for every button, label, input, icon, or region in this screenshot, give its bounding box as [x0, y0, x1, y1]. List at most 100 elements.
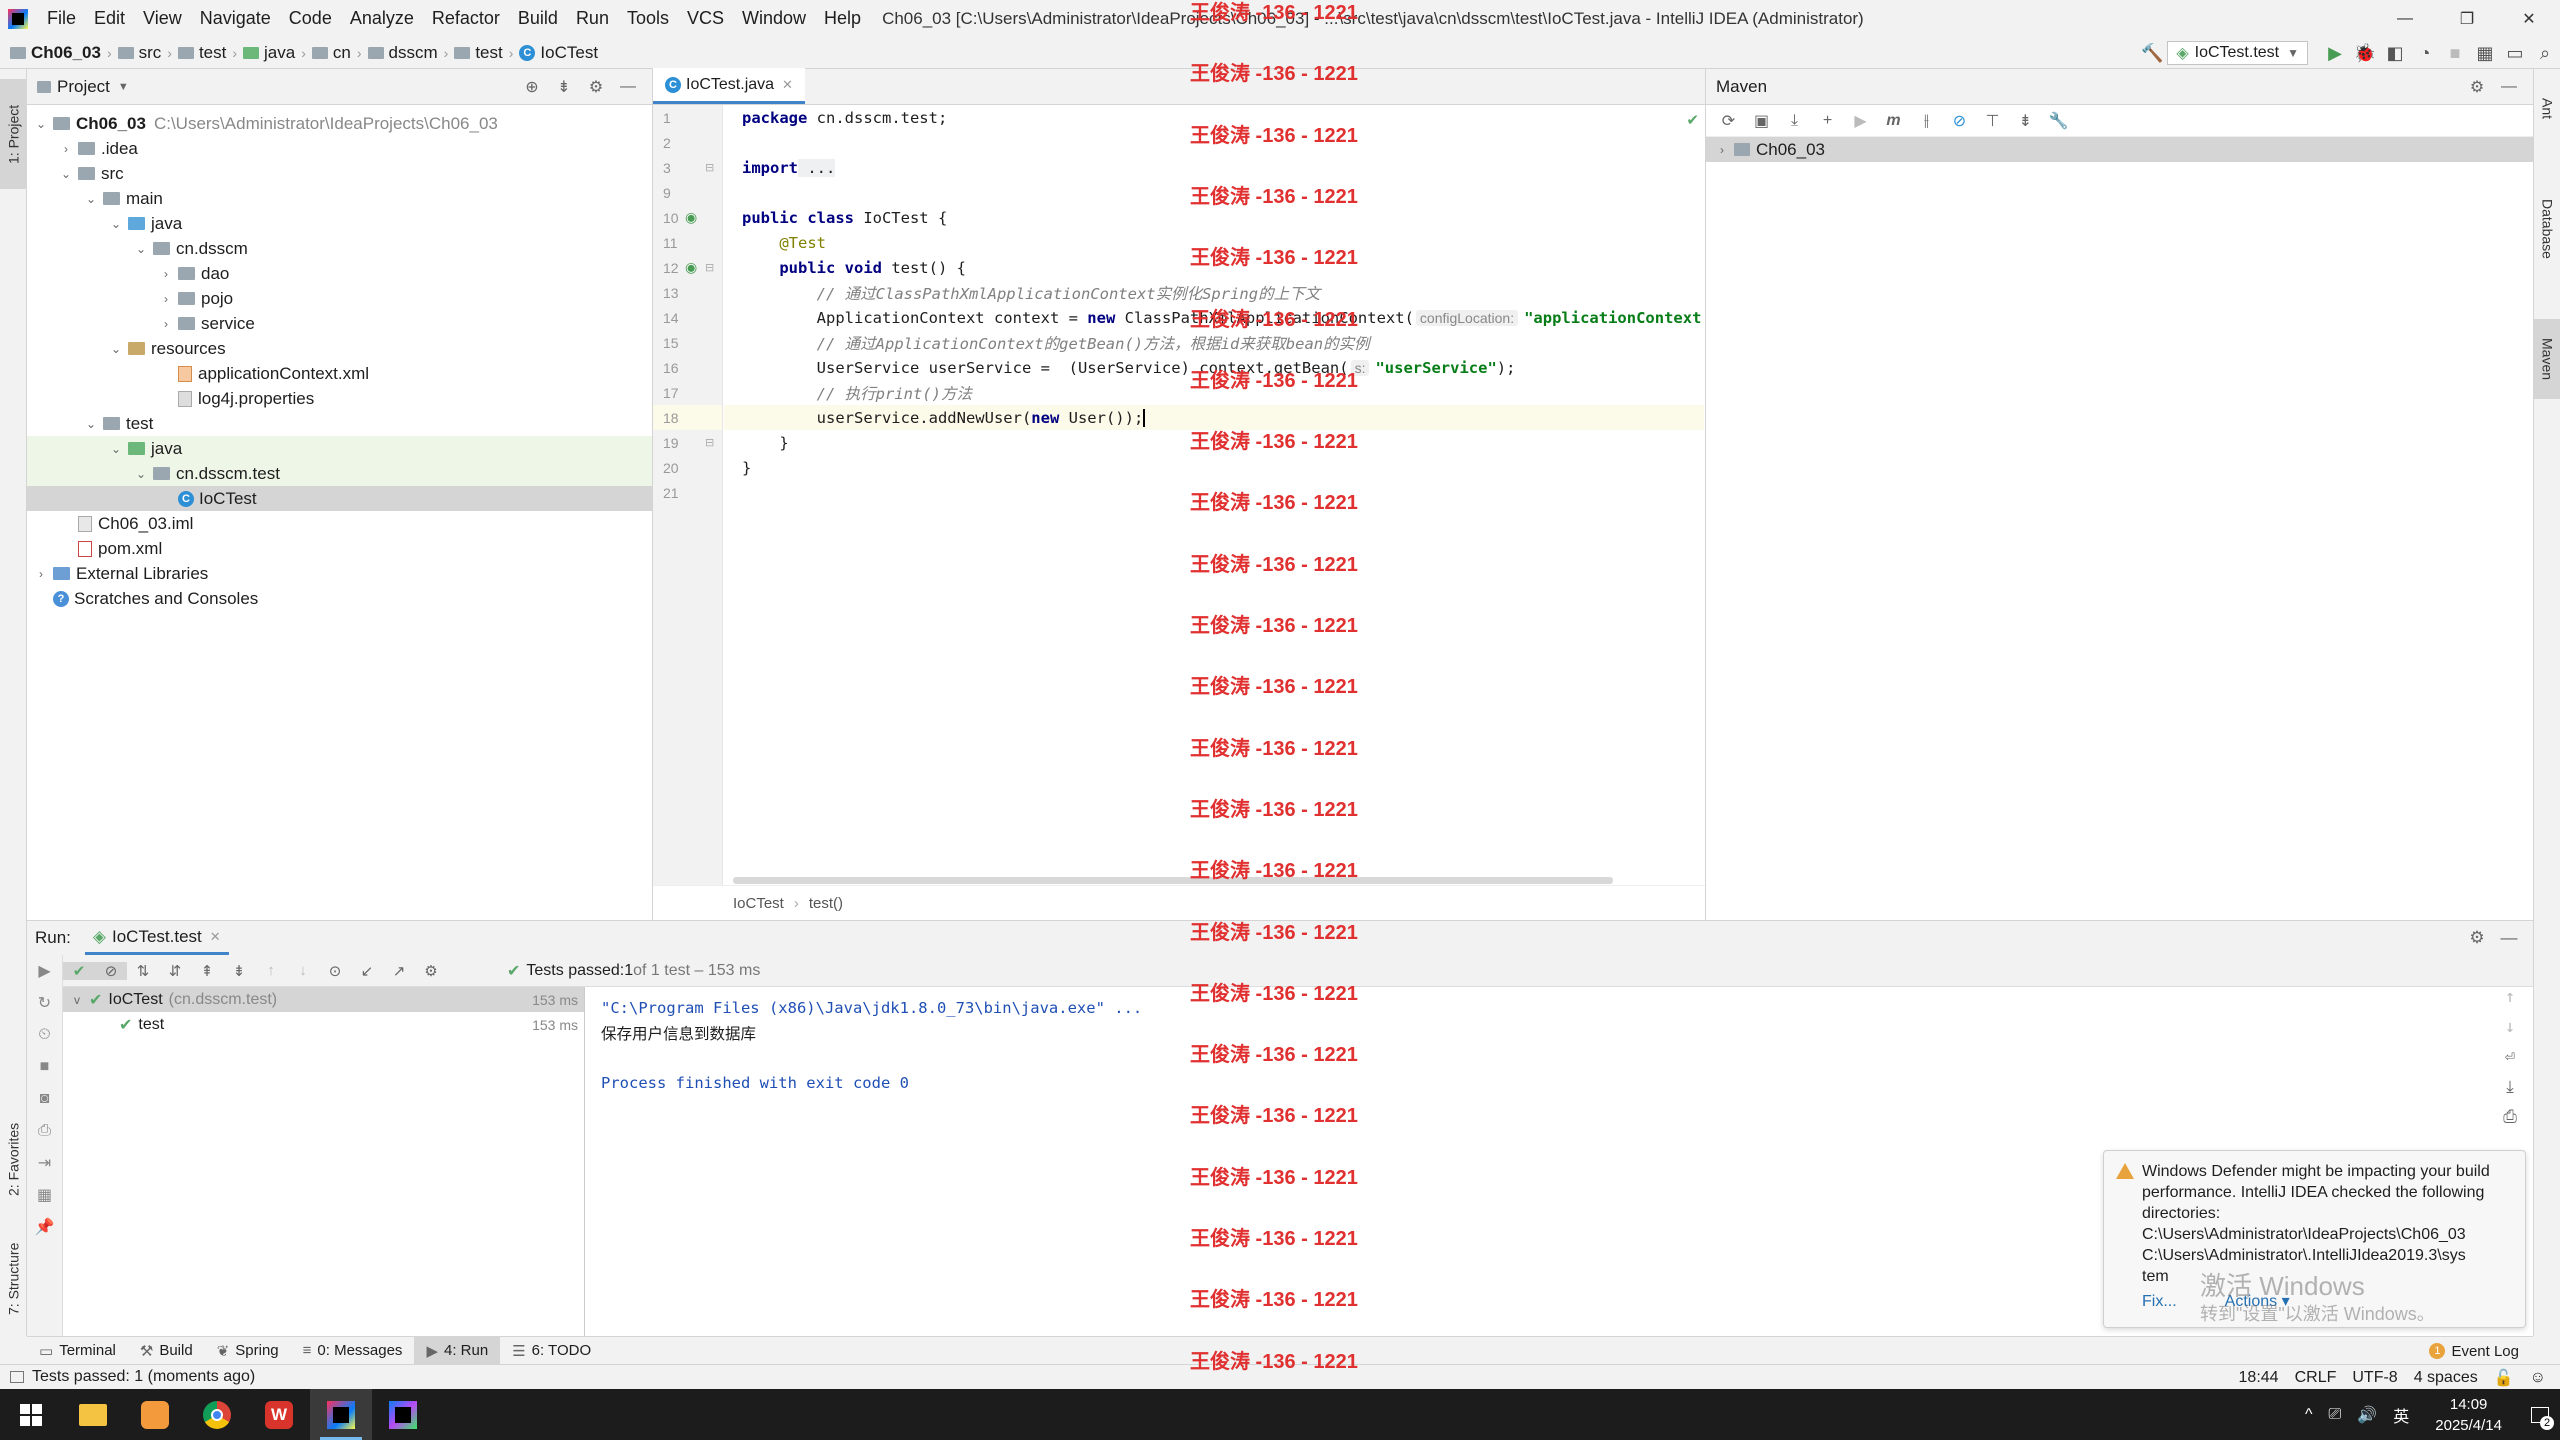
- gear-icon[interactable]: ⚙: [2461, 77, 2493, 97]
- debug-icon[interactable]: 🐞: [2350, 39, 2380, 67]
- breadcrumb-class[interactable]: IoCTest: [733, 895, 784, 912]
- terminal-icon[interactable]: ▭: [2500, 39, 2530, 67]
- scroll-down-icon[interactable]: ↓: [2495, 1017, 2525, 1047]
- pin-icon[interactable]: 📌: [27, 1211, 62, 1243]
- test-suite-row[interactable]: v ✔ IoCTest (cn.dsscm.test) 153 ms: [63, 987, 584, 1012]
- lock-icon[interactable]: 🔓: [2494, 1368, 2514, 1388]
- menu-refactor[interactable]: Refactor: [423, 8, 509, 29]
- menu-vcs[interactable]: VCS: [678, 8, 733, 29]
- chevron-right-icon[interactable]: ›: [158, 267, 174, 281]
- tree-item[interactable]: pom.xml: [27, 536, 652, 561]
- chevron-down-icon[interactable]: ⌄: [108, 342, 124, 356]
- project-tool-tab[interactable]: 1: Project: [0, 79, 27, 189]
- inspector-icon[interactable]: ☺: [2530, 1369, 2546, 1387]
- import-icon[interactable]: ⇥: [27, 1147, 62, 1179]
- messages-tab[interactable]: ≡ 0: Messages: [291, 1337, 415, 1365]
- fold-icon[interactable]: ⊟: [705, 261, 714, 274]
- editor-tab-ioctest[interactable]: C IoCTest.java ✕: [653, 68, 805, 104]
- gear-icon[interactable]: ⚙: [580, 77, 612, 97]
- sort-duration-icon[interactable]: ⇵: [159, 962, 191, 980]
- test-case-row[interactable]: ✔ test 153 ms: [63, 1012, 584, 1037]
- fold-icon[interactable]: ⊟: [705, 161, 714, 174]
- fold-icon[interactable]: ⊟: [705, 436, 714, 449]
- chevron-down-icon[interactable]: ⌄: [83, 192, 99, 206]
- rerun-icon[interactable]: ▶: [27, 955, 62, 987]
- close-button[interactable]: ✕: [2498, 0, 2560, 37]
- export-tests-icon[interactable]: ↗: [383, 962, 415, 980]
- tree-item[interactable]: ⌄ Ch06_03 C:\Users\Administrator\IdeaProje…: [27, 111, 652, 136]
- structure-tool-tab[interactable]: 7: Structure: [0, 1219, 27, 1339]
- ime-indicator[interactable]: 英: [2393, 1403, 2409, 1427]
- breadcrumb-item[interactable]: dsscm ›: [367, 43, 448, 63]
- run-test-gutter-icon[interactable]: ◉: [685, 259, 697, 276]
- add-icon[interactable]: +: [1811, 112, 1844, 130]
- export-icon[interactable]: ⎙: [27, 1115, 62, 1147]
- reload-icon[interactable]: ⟳: [1712, 111, 1745, 131]
- taskbar-intellij[interactable]: [310, 1389, 372, 1440]
- close-tab-icon[interactable]: ✕: [782, 77, 793, 93]
- line-separator[interactable]: CRLF: [2295, 1369, 2337, 1387]
- tree-item[interactable]: › service: [27, 311, 652, 336]
- execute-goal-icon[interactable]: m: [1877, 112, 1910, 130]
- tree-item[interactable]: ⌄ src: [27, 161, 652, 186]
- menu-run[interactable]: Run: [567, 8, 618, 29]
- horizontal-scrollbar[interactable]: [733, 877, 1613, 884]
- hide-icon[interactable]: —: [612, 78, 644, 96]
- build-hammer-icon[interactable]: 🔨: [2137, 39, 2167, 67]
- chevron-down-icon[interactable]: v: [69, 993, 85, 1007]
- chevron-down-icon[interactable]: ⌄: [133, 242, 149, 256]
- tree-item[interactable]: ⌄ cn.dsscm.test: [27, 461, 652, 486]
- breadcrumb-item[interactable]: test ›: [177, 43, 237, 63]
- breadcrumb-method[interactable]: test(): [809, 895, 843, 912]
- show-ignored-icon[interactable]: ⊘: [95, 961, 127, 980]
- indent-setting[interactable]: 4 spaces: [2414, 1369, 2478, 1387]
- scroll-up-icon[interactable]: ↑: [2495, 987, 2525, 1017]
- clock[interactable]: 14:09 2025/4/14: [2435, 1394, 2502, 1436]
- download-icon[interactable]: ⤓: [1778, 112, 1811, 130]
- locate-icon[interactable]: ⊕: [516, 77, 548, 97]
- stop-icon[interactable]: ■: [27, 1051, 62, 1083]
- maximize-button[interactable]: ❐: [2436, 0, 2498, 37]
- chevron-down-icon[interactable]: ⌄: [108, 442, 124, 456]
- skip-tests-icon[interactable]: ⊘: [1943, 111, 1976, 131]
- tree-item[interactable]: ⌄ java: [27, 436, 652, 461]
- tree-item[interactable]: ⌄ main: [27, 186, 652, 211]
- breadcrumb-item[interactable]: C IoCTest: [519, 43, 598, 63]
- show-dependencies-icon[interactable]: ⊤: [1976, 111, 2009, 131]
- show-hidden-icons-icon[interactable]: ^: [2305, 1406, 2313, 1424]
- maven-project-row[interactable]: › Ch06_03: [1706, 137, 2533, 162]
- menu-navigate[interactable]: Navigate: [191, 8, 280, 29]
- test-history-icon[interactable]: ⊙: [319, 962, 351, 980]
- tree-item[interactable]: log4j.properties: [27, 386, 652, 411]
- caret-position[interactable]: 18:44: [2239, 1369, 2279, 1387]
- collapse-all-icon[interactable]: ⇟: [2009, 111, 2042, 131]
- chevron-down-icon[interactable]: ⌄: [108, 217, 124, 231]
- run-icon[interactable]: ▶: [2320, 39, 2350, 67]
- chevron-down-icon[interactable]: ▼: [118, 81, 129, 93]
- menu-tools[interactable]: Tools: [618, 8, 678, 29]
- tree-item[interactable]: applicationContext.xml: [27, 361, 652, 386]
- tree-item[interactable]: › .idea: [27, 136, 652, 161]
- camera-icon[interactable]: ◙: [27, 1083, 62, 1115]
- collapse-all-icon[interactable]: ⇟: [548, 77, 580, 97]
- favorites-tool-tab[interactable]: 2: Favorites: [0, 1099, 27, 1219]
- build-tab[interactable]: ⚒ Build: [128, 1337, 205, 1365]
- menu-code[interactable]: Code: [280, 8, 341, 29]
- menu-edit[interactable]: Edit: [85, 8, 134, 29]
- taskbar-app[interactable]: [124, 1389, 186, 1440]
- print-icon[interactable]: ⎙: [2495, 1107, 2525, 1137]
- taskbar-chrome[interactable]: [186, 1389, 248, 1440]
- soft-wrap-icon[interactable]: ⏎: [2495, 1047, 2525, 1077]
- tree-item[interactable]: ⌄ cn.dsscm: [27, 236, 652, 261]
- breadcrumb-item[interactable]: src ›: [117, 43, 172, 63]
- minimize-button[interactable]: —: [2374, 0, 2436, 37]
- tree-item[interactable]: Ch06_03.iml: [27, 511, 652, 536]
- menu-window[interactable]: Window: [733, 8, 815, 29]
- taskbar-wps[interactable]: W: [248, 1389, 310, 1440]
- tree-item[interactable]: ? Scratches and Consoles: [27, 586, 652, 611]
- project-structure-icon[interactable]: ▦: [2470, 39, 2500, 67]
- breadcrumb-item[interactable]: test ›: [454, 43, 513, 63]
- toggle-tool-windows-icon[interactable]: [10, 1371, 24, 1383]
- hide-icon[interactable]: —: [2493, 78, 2525, 96]
- run-maven-icon[interactable]: ▶: [1844, 111, 1877, 131]
